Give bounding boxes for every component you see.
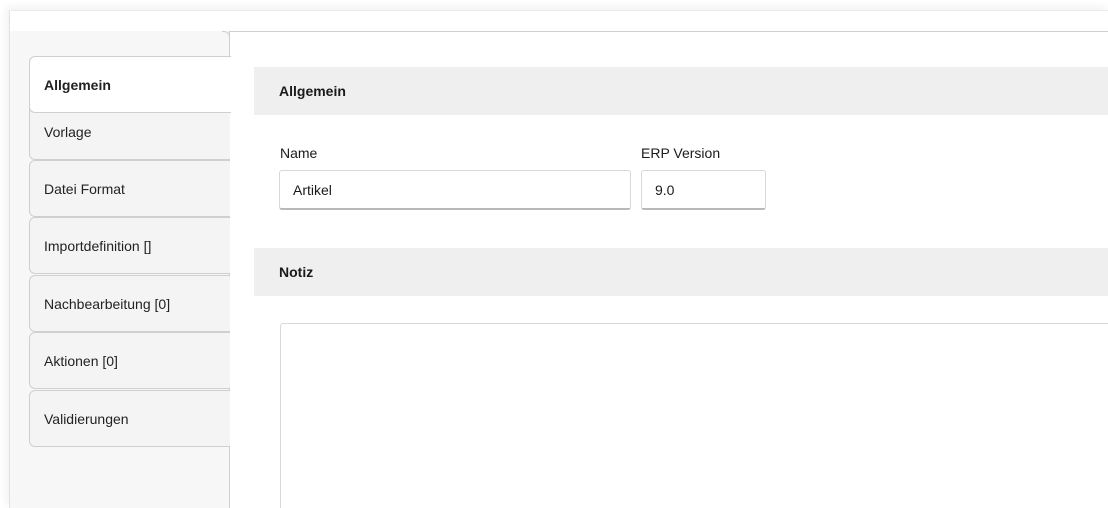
tab-label: Nachbearbeitung [0] — [44, 295, 171, 312]
tab-label: Datei Format — [44, 180, 125, 197]
tab-label: Allgemein — [44, 76, 111, 93]
name-label: Name — [280, 145, 318, 161]
tab-nachbearbeitung[interactable]: Nachbearbeitung [0] — [29, 275, 230, 332]
erp-version-label: ERP Version — [641, 145, 721, 161]
section-header-allgemein: Allgemein — [254, 67, 1108, 115]
tab-importdefinition[interactable]: Importdefinition [] — [29, 217, 230, 274]
erp-version-input[interactable] — [641, 170, 766, 210]
name-input[interactable] — [279, 170, 631, 210]
tab-allgemein[interactable]: Allgemein — [29, 56, 231, 113]
tab-validierungen[interactable]: Validierungen — [29, 390, 230, 447]
tab-label: Aktionen [0] — [44, 352, 118, 369]
tab-aktionen[interactable]: Aktionen [0] — [29, 332, 230, 389]
tab-datei-format[interactable]: Datei Format — [29, 160, 230, 217]
dialog-window: Allgemein Vorlage Datei Format Importdef… — [9, 10, 1108, 508]
tab-label: Importdefinition [] — [44, 237, 152, 254]
tab-label: Validierungen — [44, 410, 129, 427]
tab-content: Allgemein Name ERP Version Notiz — [230, 32, 1108, 508]
section-header-notiz: Notiz — [254, 248, 1108, 296]
tab-label: Vorlage — [44, 123, 92, 140]
note-textarea[interactable] — [280, 323, 1108, 508]
